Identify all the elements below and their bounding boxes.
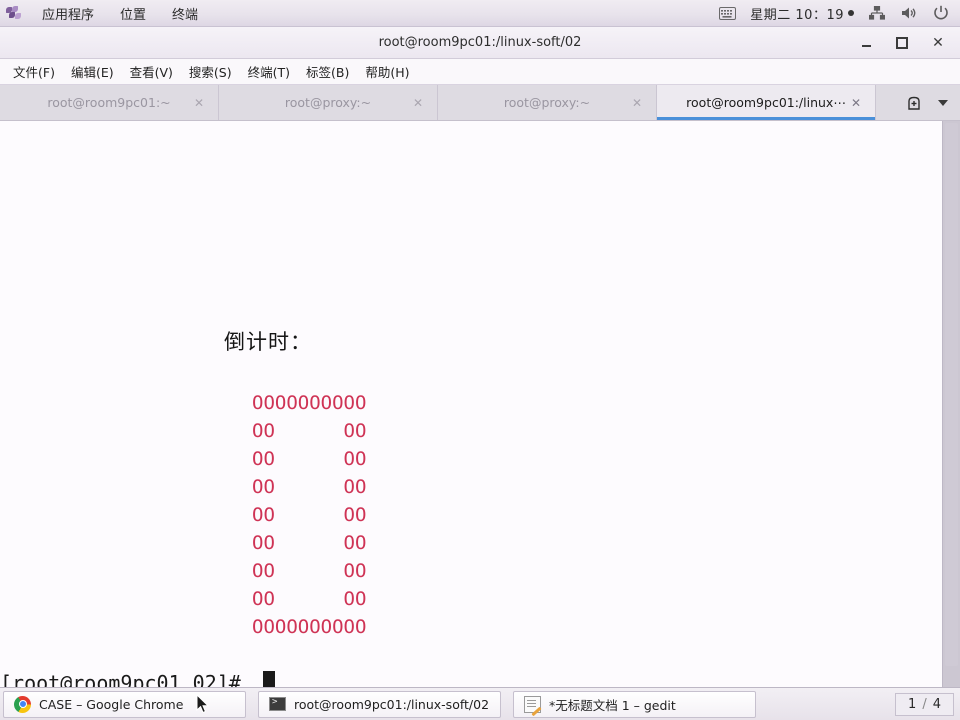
titlebar[interactable]: root@room9pc01:/linux-soft/02 ✕	[0, 27, 960, 59]
desktop-screen: 应用程序 位置 终端 星期二 10：19 root@room9pc01:/lin…	[0, 0, 960, 720]
ascii-art-digit-zero: OOOOOOOOOO OO OO OO OO OO OO OO OO OO OO…	[252, 392, 367, 638]
terminal-icon	[269, 697, 286, 711]
menubar: 文件(F) 编辑(E) 查看(V) 搜索(S) 终端(T) 标签(B) 帮助(H…	[0, 59, 960, 85]
gedit-icon	[524, 695, 541, 713]
menu-search[interactable]: 搜索(S)	[182, 59, 239, 84]
power-icon[interactable]	[932, 4, 950, 22]
menu-view[interactable]: 查看(V)	[123, 59, 180, 84]
menu-file[interactable]: 文件(F)	[6, 59, 62, 84]
workspace-current: 1	[908, 696, 917, 712]
panel-menu-terminal[interactable]: 终端	[167, 2, 203, 25]
system-tray: 星期二 10：19	[718, 4, 960, 23]
terminal-scrollbar[interactable]	[942, 121, 960, 687]
chevron-down-icon[interactable]	[938, 99, 948, 106]
taskbar-item-label: CASE – Google Chrome	[39, 696, 184, 712]
taskbar-item-terminal[interactable]: root@room9pc01:/linux-soft/02	[258, 690, 501, 718]
tab-close-icon[interactable]: ✕	[632, 96, 642, 110]
tab-label: root@proxy:~	[503, 95, 591, 110]
workspace-separator: /	[922, 696, 927, 712]
tab-label: root@room9pc01:~	[47, 95, 171, 110]
tab-bar: root@room9pc01:~ ✕ root@proxy:~ ✕ root@p…	[0, 85, 960, 121]
block-cursor	[262, 671, 275, 687]
tab-close-icon[interactable]: ✕	[194, 96, 204, 110]
tab-label: root@proxy:~	[284, 95, 372, 110]
tab-bar-controls	[894, 85, 960, 120]
tab-close-icon[interactable]: ✕	[413, 96, 423, 110]
chrome-icon	[14, 695, 31, 713]
recording-dot-icon	[848, 10, 854, 16]
maximize-icon[interactable]	[894, 35, 910, 51]
menu-help[interactable]: 帮助(H)	[358, 59, 416, 84]
countdown-heading: 倒计时：	[224, 330, 312, 354]
menu-terminal[interactable]: 终端(T)	[241, 59, 297, 84]
volume-icon[interactable]	[900, 4, 918, 22]
window-controls: ✕	[858, 35, 960, 51]
tab-label: root@room9pc01:/linux⋯	[686, 95, 846, 110]
shell-prompt-line: [root@room9pc01 02]#	[0, 669, 275, 687]
terminal-output[interactable]: 倒计时： OOOOOOOOOO OO OO OO OO OO OO OO OO …	[0, 121, 942, 687]
close-icon[interactable]: ✕	[930, 35, 946, 51]
terminal-window: root@room9pc01:/linux-soft/02 ✕ 文件(F) 编辑…	[0, 27, 960, 687]
taskbar: CASE – Google Chrome root@room9pc01:/lin…	[0, 687, 960, 720]
keyboard-icon[interactable]	[718, 4, 736, 22]
panel-menu-group: 应用程序 位置 终端	[0, 2, 203, 25]
taskbar-item-label: *无标题文档 1 – gedit	[549, 697, 676, 713]
scrollbar-thumb[interactable]	[945, 123, 958, 667]
menu-tabs[interactable]: 标签(B)	[299, 59, 356, 84]
window-title: root@room9pc01:/linux-soft/02	[378, 35, 582, 50]
menu-edit[interactable]: 编辑(E)	[64, 59, 121, 84]
panel-menu-places[interactable]: 位置	[115, 2, 151, 25]
tab-root-room9pc01-linux-soft[interactable]: root@room9pc01:/linux⋯ ✕	[657, 85, 876, 120]
shell-prompt-text: [root@room9pc01 02]#	[0, 671, 253, 687]
gnome-top-panel: 应用程序 位置 终端 星期二 10：19	[0, 0, 960, 27]
panel-menu-applications[interactable]: 应用程序	[37, 2, 99, 25]
gnome-logo-icon	[6, 5, 21, 21]
tab-root-proxy-1[interactable]: root@proxy:~ ✕	[219, 85, 438, 120]
minimize-icon[interactable]	[858, 35, 874, 51]
workspace-switcher[interactable]: 1 / 4	[895, 692, 954, 716]
network-icon[interactable]	[868, 4, 886, 22]
workspace-total: 4	[932, 696, 941, 712]
tab-root-room9pc01-home[interactable]: root@room9pc01:~ ✕	[0, 85, 219, 120]
new-tab-icon[interactable]	[906, 95, 922, 111]
terminal-body[interactable]: 倒计时： OOOOOOOOOO OO OO OO OO OO OO OO OO …	[0, 121, 960, 687]
tab-root-proxy-2[interactable]: root@proxy:~ ✕	[438, 85, 657, 120]
taskbar-item-label: root@room9pc01:/linux-soft/02	[294, 696, 490, 712]
panel-clock[interactable]: 星期二 10：19	[750, 4, 844, 23]
mouse-cursor	[196, 694, 210, 714]
tab-close-icon[interactable]: ✕	[851, 96, 861, 110]
taskbar-item-gedit[interactable]: *无标题文档 1 – gedit	[513, 690, 756, 718]
